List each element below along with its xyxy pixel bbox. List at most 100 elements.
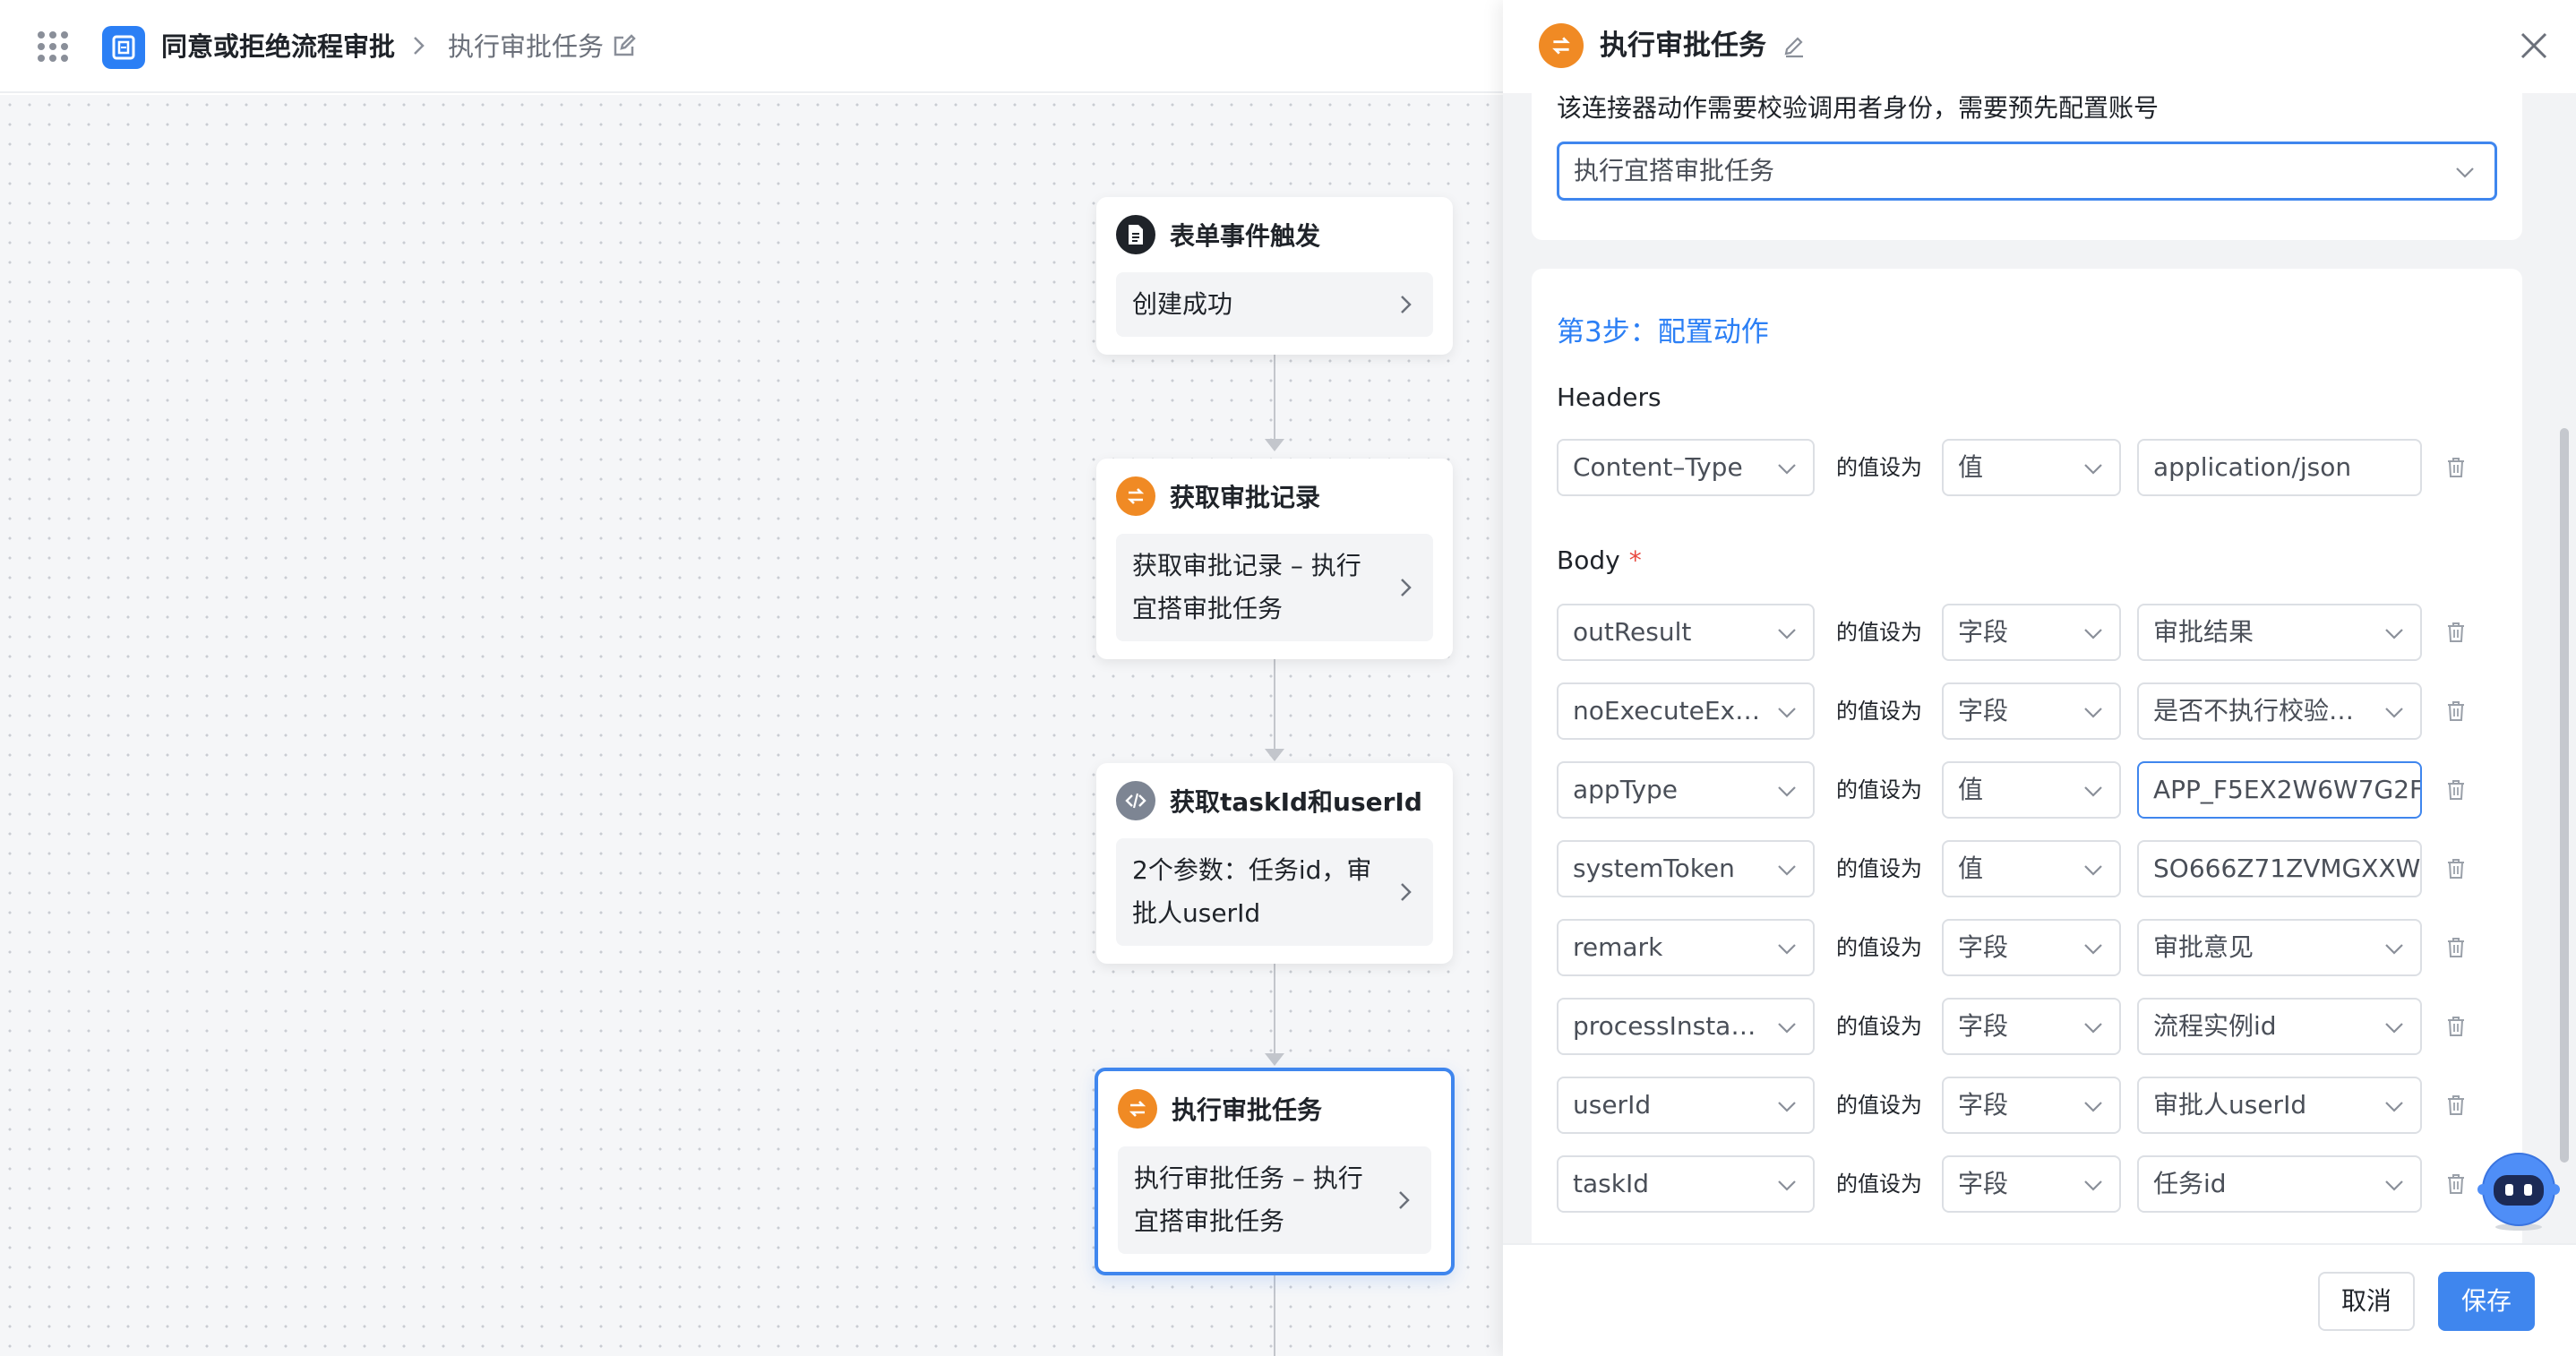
trash-icon[interactable]: [2443, 1093, 2469, 1118]
param-type-select[interactable]: 字段: [1942, 1077, 2121, 1134]
body-param-row: remark 的值设为 字段 审批意见: [1557, 919, 2515, 976]
chevron-right-icon: [1401, 296, 1412, 313]
save-button[interactable]: 保存: [2438, 1272, 2535, 1331]
chevron-down-icon: [2084, 1023, 2102, 1034]
param-key-select[interactable]: processInstanceId: [1557, 998, 1815, 1055]
param-type-text: 值: [1958, 854, 1984, 883]
param-type-select[interactable]: 值: [1942, 840, 2121, 897]
param-value-select[interactable]: 是否不执行校验表达式: [2137, 682, 2422, 740]
document-icon: [1116, 215, 1155, 254]
assign-label: 的值设为: [1836, 620, 1922, 645]
chevron-right-icon: [1401, 579, 1412, 596]
chevron-down-icon: [2084, 786, 2102, 797]
trash-icon[interactable]: [2443, 1171, 2469, 1197]
param-value-input[interactable]: application/json: [2137, 439, 2422, 496]
required-mark: *: [1628, 545, 1642, 575]
param-key-select[interactable]: userId: [1557, 1077, 1815, 1134]
account-select[interactable]: 执行宜搭审批任务: [1557, 142, 2497, 201]
chevron-down-icon: [2084, 464, 2102, 475]
node-summary[interactable]: 2个参数：任务id，审批人userId: [1116, 838, 1433, 946]
chevron-down-icon: [2084, 944, 2102, 955]
connector-line: [1274, 648, 1275, 751]
node-summary[interactable]: 获取审批记录 – 执行宜搭审批任务: [1116, 534, 1433, 641]
assign-label: 的值设为: [1836, 1171, 1922, 1197]
param-type-select[interactable]: 值: [1942, 439, 2121, 496]
node-title: 执行审批任务: [1172, 1095, 1323, 1125]
connector-arrow: [1265, 439, 1284, 451]
body-param-row: noExecuteExpressions 的值设为 字段 是否不执行校验表达式: [1557, 682, 2515, 740]
body-param-row: taskId 的值设为 字段 任务id: [1557, 1155, 2515, 1213]
param-value-select[interactable]: 流程实例id: [2137, 998, 2422, 1055]
chevron-down-icon: [2084, 629, 2102, 639]
trash-icon[interactable]: [2443, 1014, 2469, 1039]
param-value-select[interactable]: 审批意见: [2137, 919, 2422, 976]
param-key-text: processInstanceId: [1573, 1011, 1799, 1041]
body-param-row: outResult 的值设为 字段 审批结果: [1557, 604, 2515, 661]
assistant-robot-icon[interactable]: [2477, 1150, 2560, 1232]
trash-icon[interactable]: [2443, 777, 2469, 802]
param-key-select[interactable]: appType: [1557, 761, 1815, 819]
chevron-down-icon: [2084, 1102, 2102, 1112]
body-param-row: userId 的值设为 字段 审批人userId: [1557, 1077, 2515, 1134]
param-key-select[interactable]: remark: [1557, 919, 1815, 976]
edit-icon[interactable]: [611, 32, 638, 59]
connector-line: [1274, 953, 1275, 1057]
chevron-down-icon: [1778, 1180, 1796, 1191]
app-title[interactable]: 同意或拒绝流程审批: [161, 29, 395, 64]
node-summary[interactable]: 创建成功: [1116, 272, 1433, 337]
node-summary[interactable]: 执行审批任务 – 执行宜搭审批任务: [1118, 1146, 1431, 1254]
param-key-text: Content–Type: [1573, 452, 1743, 482]
app-grid-icon[interactable]: [38, 31, 68, 62]
node-summary-text: 2个参数：任务id，审批人userId: [1132, 855, 1372, 928]
drawer-scrollbar[interactable]: [2560, 428, 2569, 1163]
chevron-down-icon: [1778, 629, 1796, 639]
trash-icon[interactable]: [2443, 935, 2469, 960]
param-type-select[interactable]: 值: [1942, 761, 2121, 819]
param-value-text: 流程实例id: [2153, 1011, 2277, 1041]
param-value-select[interactable]: 任务id: [2137, 1155, 2422, 1213]
pencil-icon[interactable]: [1781, 32, 1807, 59]
param-type-select[interactable]: 字段: [1942, 919, 2121, 976]
cancel-button[interactable]: 取消: [2318, 1272, 2415, 1331]
flow-node-get-approval-records[interactable]: 获取审批记录 获取审批记录 – 执行宜搭审批任务: [1096, 459, 1453, 659]
flow-node-form-trigger[interactable]: 表单事件触发 创建成功: [1096, 197, 1453, 355]
param-type-select[interactable]: 字段: [1942, 682, 2121, 740]
param-key-select[interactable]: Content–Type: [1557, 439, 1815, 496]
close-icon[interactable]: [2517, 29, 2551, 63]
param-key-select[interactable]: systemToken: [1557, 840, 1815, 897]
headers-label: Headers: [1557, 382, 1662, 412]
flow-node-get-taskid-userid[interactable]: 获取taskId和userId 2个参数：任务id，审批人userId: [1096, 763, 1453, 964]
param-value-input[interactable]: APP_F5EX2W6W7G2F: [2137, 761, 2422, 819]
chevron-down-icon: [2385, 629, 2403, 639]
assign-label: 的值设为: [1836, 1014, 1922, 1039]
trash-icon[interactable]: [2443, 620, 2469, 645]
connector-arrow: [1265, 749, 1284, 761]
param-value-input[interactable]: SO666Z71ZVMGXXWH: [2137, 840, 2422, 897]
body-label-text: Body: [1557, 545, 1620, 575]
connector-icon: [1116, 476, 1155, 516]
chevron-down-icon: [1778, 1102, 1796, 1112]
param-type-select[interactable]: 字段: [1942, 998, 2121, 1055]
trash-icon[interactable]: [2443, 856, 2469, 881]
param-type-select[interactable]: 字段: [1942, 604, 2121, 661]
account-card: 该连接器动作需要校验调用者身份，需要预先配置账号 执行宜搭审批任务: [1532, 93, 2522, 240]
param-type-select[interactable]: 字段: [1942, 1155, 2121, 1213]
param-value-select[interactable]: 审批结果: [2137, 604, 2422, 661]
node-title: 获取taskId和userId: [1170, 787, 1422, 817]
param-key-select[interactable]: outResult: [1557, 604, 1815, 661]
assign-label: 的值设为: [1836, 777, 1922, 802]
connector-arrow: [1265, 1053, 1284, 1066]
node-summary-text: 创建成功: [1132, 289, 1233, 319]
param-key-select[interactable]: noExecuteExpressions: [1557, 682, 1815, 740]
flow-node-execute-approval-task[interactable]: 执行审批任务 执行审批任务 – 执行宜搭审批任务: [1095, 1068, 1455, 1275]
chevron-down-icon: [2385, 1023, 2403, 1034]
trash-icon[interactable]: [2443, 455, 2469, 480]
param-type-text: 字段: [1958, 1011, 2009, 1041]
param-key-select[interactable]: taskId: [1557, 1155, 1815, 1213]
param-value-select[interactable]: 审批人userId: [2137, 1077, 2422, 1134]
param-key-text: userId: [1573, 1090, 1652, 1120]
trash-icon[interactable]: [2443, 699, 2469, 724]
param-key-text: taskId: [1573, 1169, 1649, 1198]
chevron-down-icon: [2385, 708, 2403, 718]
param-value-text: application/json: [2153, 452, 2352, 482]
